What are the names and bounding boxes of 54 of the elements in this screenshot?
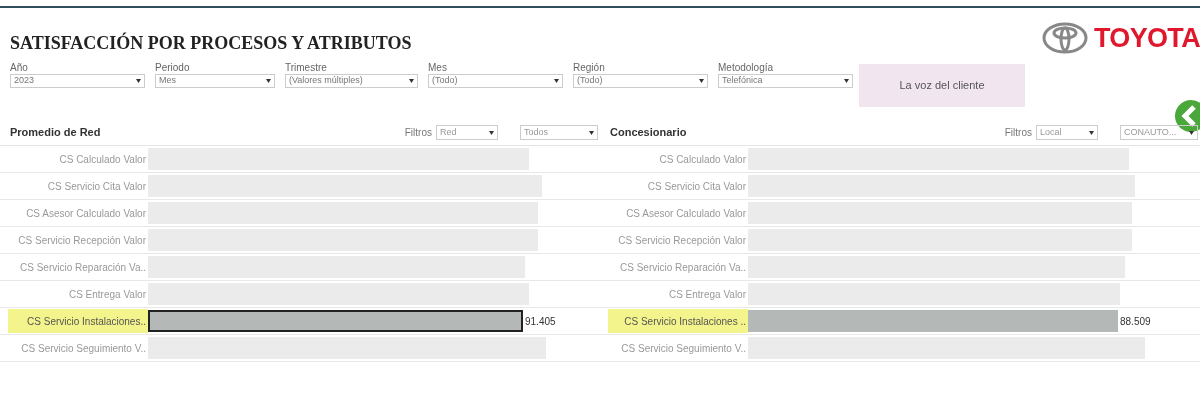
voice-of-customer-button[interactable]: La voz del cliente bbox=[859, 64, 1025, 107]
filter-dropdown[interactable]: (Valores múltiples) bbox=[285, 74, 418, 88]
filter-label: Año bbox=[10, 62, 29, 74]
caret-icon bbox=[489, 130, 494, 135]
bar-value: 91.405 bbox=[525, 315, 556, 329]
row-label[interactable]: CS Servicio Recepción Valor bbox=[608, 228, 748, 252]
panel-title: Promedio de Red bbox=[10, 125, 101, 141]
bar[interactable] bbox=[148, 310, 523, 332]
row-label[interactable]: CS Servicio Instalaciones.. bbox=[8, 309, 148, 333]
caret-icon bbox=[699, 79, 704, 83]
caret-icon bbox=[589, 130, 594, 135]
row-label[interactable]: CS Entrega Valor bbox=[608, 282, 748, 306]
brand-name: TOYOTA bbox=[1094, 24, 1200, 52]
filters-label: Filtros bbox=[404, 126, 432, 140]
caret-icon bbox=[554, 79, 559, 83]
row-label[interactable]: CS Servicio Cita Valor bbox=[608, 174, 748, 198]
filter-dropdown[interactable]: Local bbox=[1036, 125, 1098, 140]
row-label[interactable]: CS Servicio Seguimiento V.. bbox=[8, 336, 148, 360]
caret-icon bbox=[844, 79, 849, 83]
row-label[interactable]: CS Calculado Valor bbox=[608, 147, 748, 171]
filter-dropdown[interactable]: CONAUTO... bbox=[1120, 125, 1198, 140]
caret-icon bbox=[1089, 130, 1094, 135]
caret-icon bbox=[136, 79, 141, 83]
row-label[interactable]: CS Servicio Instalaciones .. bbox=[608, 309, 748, 333]
filter-dropdown[interactable]: Todos bbox=[520, 125, 598, 140]
row-label[interactable]: CS Entrega Valor bbox=[8, 282, 148, 306]
caret-icon bbox=[409, 79, 414, 83]
caret-icon bbox=[1189, 130, 1194, 135]
row-label[interactable]: CS Servicio Seguimiento V.. bbox=[608, 336, 748, 360]
panel-title: Concesionario bbox=[610, 125, 687, 141]
row-label[interactable]: CS Asesor Calculado Valor bbox=[608, 201, 748, 225]
filter-dropdown[interactable]: Red bbox=[436, 125, 498, 140]
filter-label: Región bbox=[573, 62, 606, 74]
filter-label: Periodo bbox=[155, 62, 191, 74]
row-label[interactable]: CS Servicio Cita Valor bbox=[8, 174, 148, 198]
filter-dropdown[interactable]: Telefónica bbox=[718, 74, 853, 88]
row-label[interactable]: CS Asesor Calculado Valor bbox=[8, 201, 148, 225]
filter-dropdown[interactable]: (Todo) bbox=[428, 74, 563, 88]
filter-dropdown[interactable]: Mes bbox=[155, 74, 275, 88]
filter-label: Trimestre bbox=[285, 62, 328, 74]
row-label[interactable]: CS Servicio Recepción Valor bbox=[8, 228, 148, 252]
page-title: SATISFACCIÓN POR PROCESOS Y ATRIBUTOS bbox=[10, 31, 412, 55]
filter-dropdown[interactable]: 2023 bbox=[10, 74, 145, 88]
logo-icon bbox=[1042, 22, 1089, 54]
filter-label: Metodología bbox=[718, 62, 775, 74]
filters-label: Filtros bbox=[1004, 126, 1032, 140]
back-button[interactable] bbox=[1174, 100, 1200, 132]
row-label[interactable]: CS Servicio Reparación Va.. bbox=[8, 255, 148, 279]
filter-dropdown[interactable]: (Todo) bbox=[573, 74, 708, 88]
caret-icon bbox=[266, 79, 271, 83]
row-label[interactable]: CS Servicio Reparación Va.. bbox=[608, 255, 748, 279]
row-label[interactable]: CS Calculado Valor bbox=[8, 147, 148, 171]
bar-value: 88.509 bbox=[1120, 315, 1151, 329]
filter-label: Mes bbox=[428, 62, 448, 74]
